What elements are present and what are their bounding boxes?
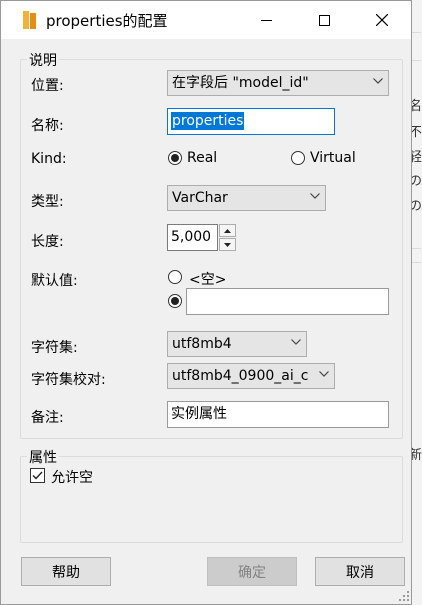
attributes-group-title: 属性 xyxy=(27,447,59,467)
chevron-down-icon xyxy=(319,371,329,380)
chevron-down-icon xyxy=(310,193,320,202)
kind-real-radio[interactable] xyxy=(168,151,182,165)
comment-label: 备注: xyxy=(31,410,64,426)
name-value: properties xyxy=(171,112,245,130)
comment-input[interactable]: 实例属性 xyxy=(167,401,389,428)
default-empty-label: <空> xyxy=(189,272,227,288)
collation-label: 字符集校对: xyxy=(31,372,106,388)
length-value: 5,000 xyxy=(171,229,212,245)
position-select[interactable]: 在字段后 "model_id" xyxy=(167,70,389,96)
collation-select[interactable]: utf8mb4_0900_ai_c xyxy=(167,363,335,389)
length-label: 长度: xyxy=(31,234,64,250)
ok-button[interactable]: 确定 xyxy=(207,557,297,586)
type-value: VarChar xyxy=(172,190,228,206)
default-custom-radio[interactable] xyxy=(168,294,182,308)
kind-label: Kind: xyxy=(31,151,67,167)
allow-null-checkbox[interactable] xyxy=(30,468,45,483)
default-value-input[interactable] xyxy=(186,288,389,315)
cancel-button[interactable]: 取消 xyxy=(315,557,405,586)
position-label: 位置: xyxy=(31,78,64,94)
properties-dialog: properties的配置 说明 位置: 在字段后 "model_id" 名称:… xyxy=(0,0,412,605)
charset-value: utf8mb4 xyxy=(172,336,232,352)
triangle-up-icon xyxy=(224,228,231,233)
description-group-title: 说明 xyxy=(27,50,59,70)
stepper-down-button[interactable] xyxy=(219,238,236,251)
app-icon xyxy=(23,11,37,29)
charset-label: 字符集: xyxy=(31,340,78,356)
type-label: 类型: xyxy=(31,194,64,210)
kind-real-label: Real xyxy=(187,150,218,166)
title-bar[interactable]: properties的配置 xyxy=(1,1,411,39)
triangle-down-icon xyxy=(224,242,231,247)
kind-virtual-label: Virtual xyxy=(310,150,356,166)
checkmark-icon xyxy=(32,471,43,480)
window-title: properties的配置 xyxy=(46,12,168,30)
collation-value: utf8mb4_0900_ai_c xyxy=(172,368,309,384)
length-input[interactable]: 5,000 xyxy=(167,224,218,251)
minimize-icon xyxy=(260,19,272,21)
cancel-button-label: 取消 xyxy=(346,564,374,581)
chevron-down-icon xyxy=(291,339,301,348)
default-label: 默认值: xyxy=(31,273,78,289)
chevron-down-icon xyxy=(373,78,383,87)
type-select[interactable]: VarChar xyxy=(167,185,326,211)
name-label: 名称: xyxy=(31,118,64,134)
maximize-button[interactable] xyxy=(295,1,353,39)
name-input[interactable]: properties xyxy=(167,108,335,135)
minimize-button[interactable] xyxy=(237,1,295,39)
close-icon xyxy=(376,14,388,26)
ok-button-label: 确定 xyxy=(238,564,266,581)
position-value: 在字段后 "model_id" xyxy=(172,75,309,91)
default-empty-radio[interactable] xyxy=(168,270,182,284)
help-button[interactable]: 帮助 xyxy=(21,557,111,586)
stepper-up-button[interactable] xyxy=(219,224,236,237)
allow-null-label: 允许空 xyxy=(51,470,93,486)
maximize-icon xyxy=(318,14,330,26)
resize-grip-icon[interactable] xyxy=(399,591,410,602)
kind-virtual-radio[interactable] xyxy=(291,151,305,165)
length-stepper[interactable] xyxy=(219,224,236,251)
close-button[interactable] xyxy=(353,1,411,39)
help-button-label: 帮助 xyxy=(52,564,80,581)
comment-value: 实例属性 xyxy=(171,406,227,422)
charset-select[interactable]: utf8mb4 xyxy=(167,331,307,357)
